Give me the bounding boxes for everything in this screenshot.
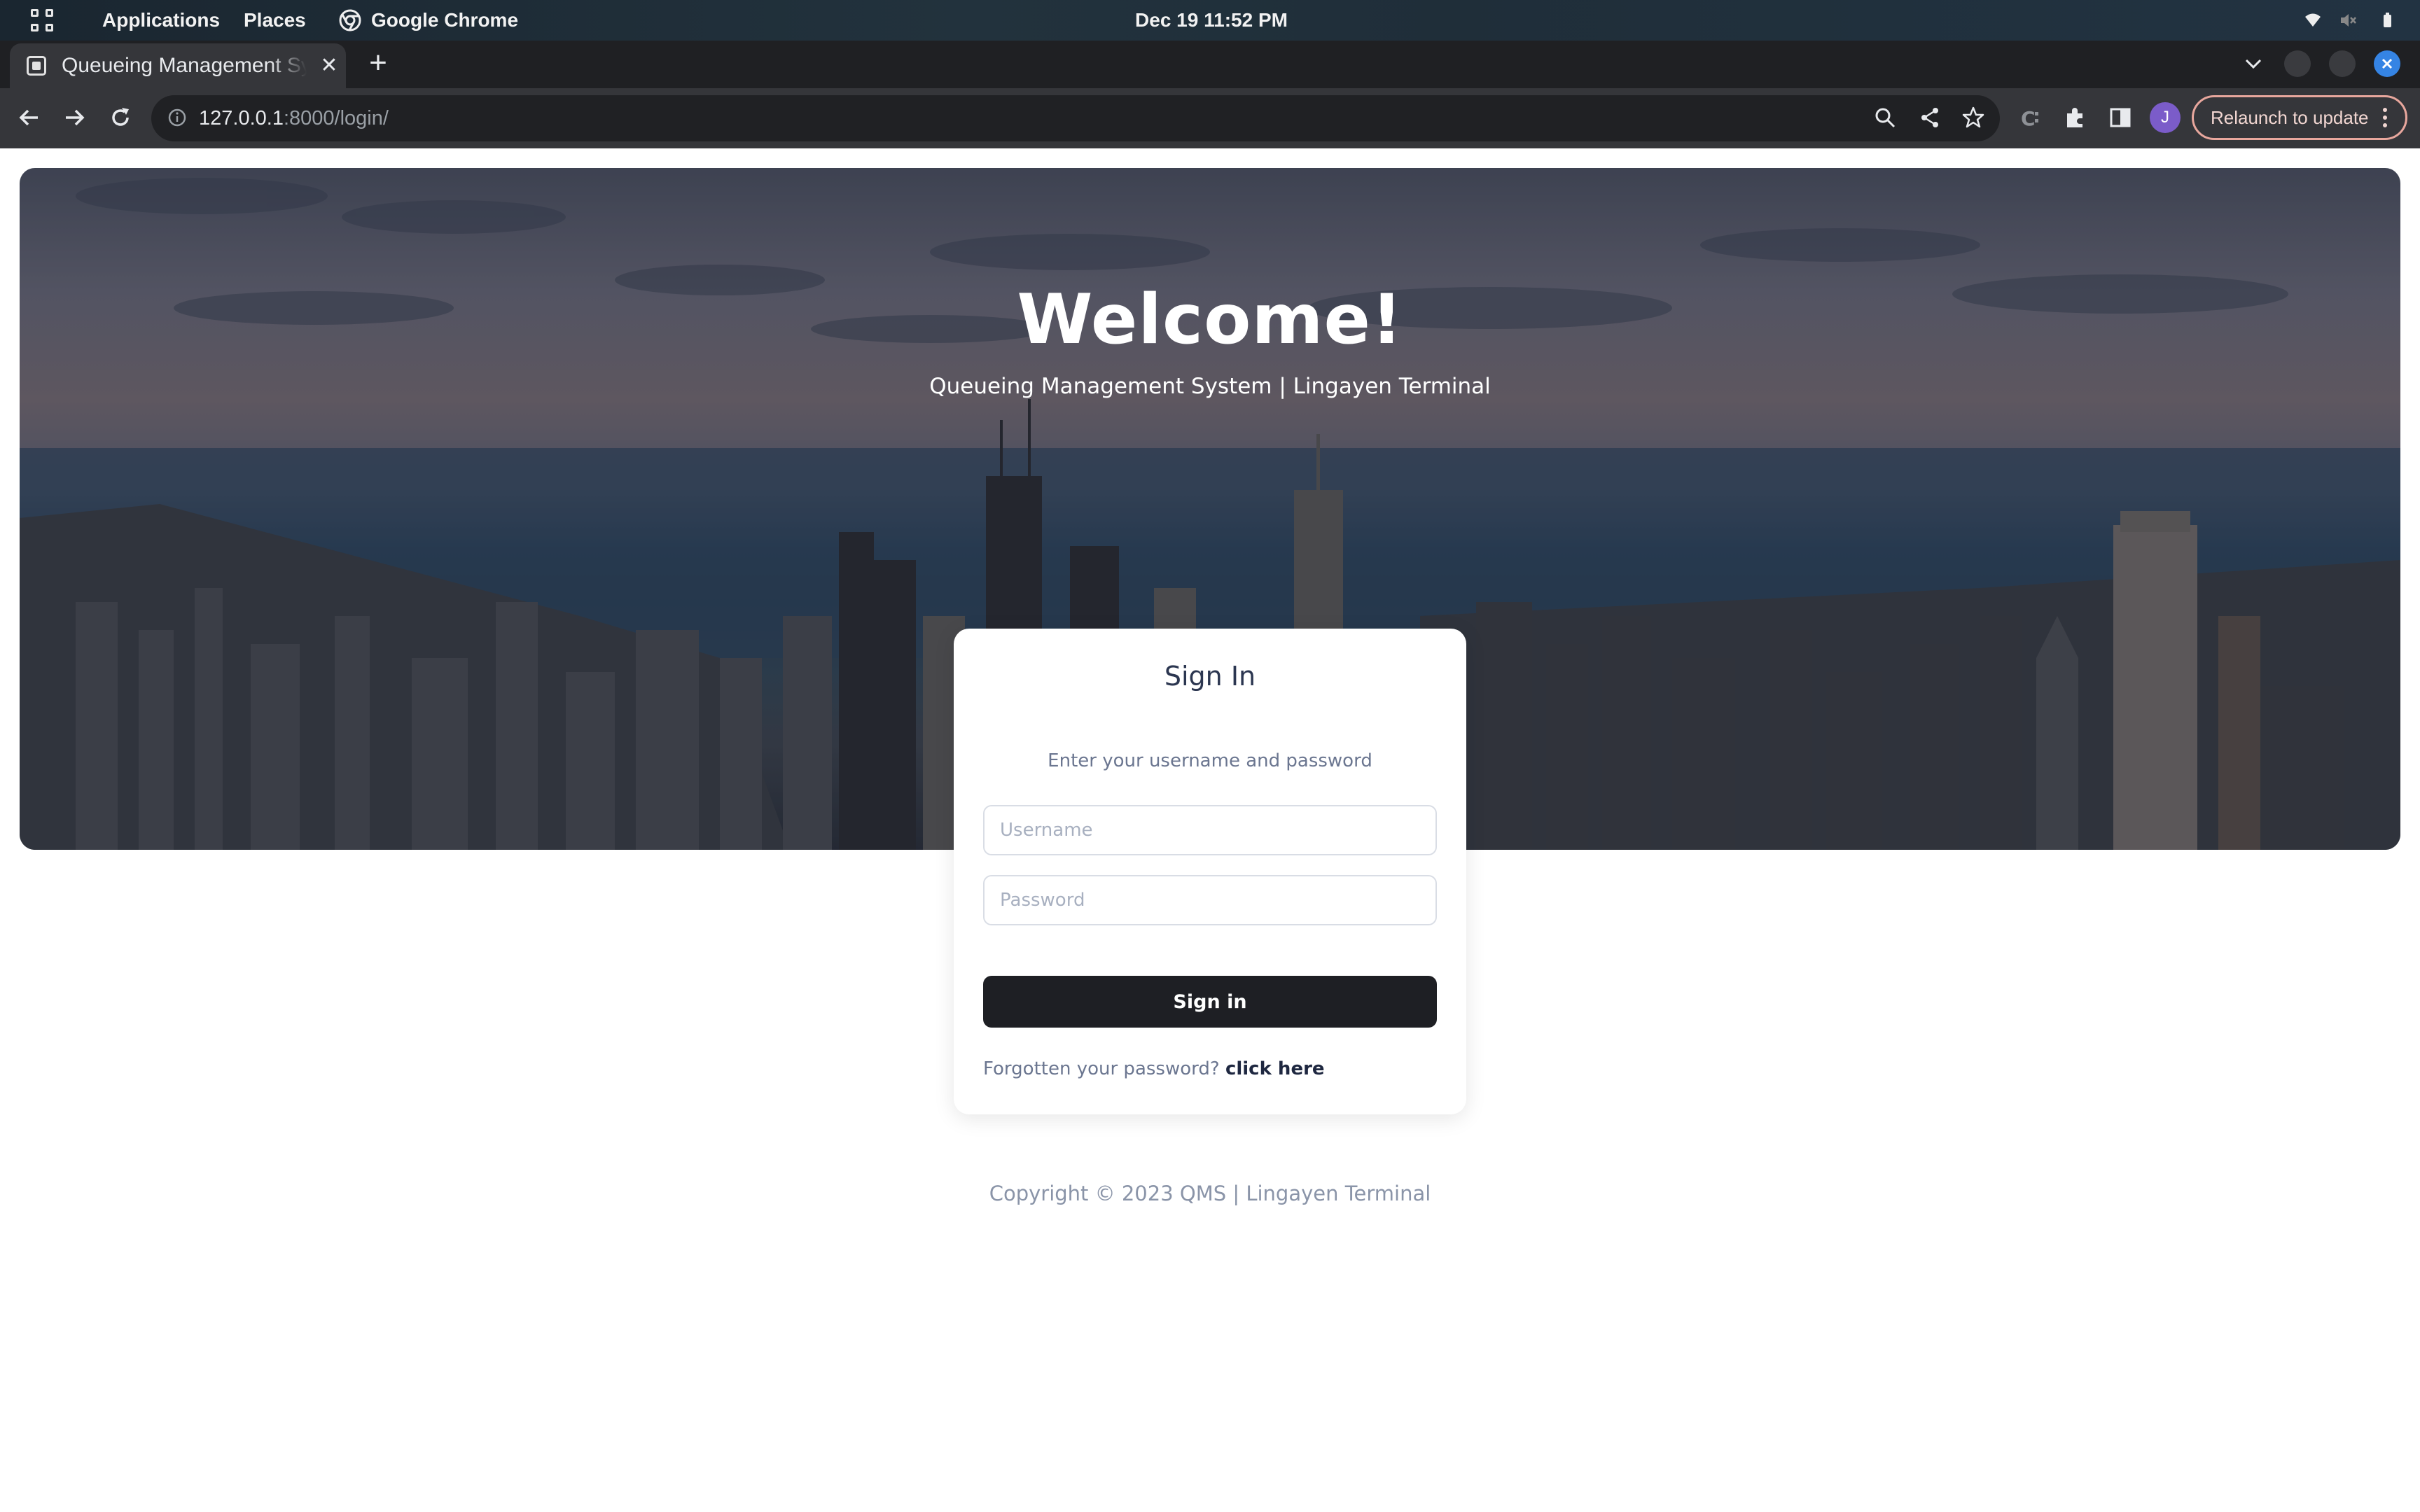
back-arrow-icon[interactable]	[14, 102, 45, 133]
browser-tab-strip	[0, 41, 2420, 88]
password-field[interactable]	[983, 875, 1437, 925]
hero-subtitle: Queueing Management System | Lingayen Te…	[929, 374, 1491, 399]
zoom-icon[interactable]	[1872, 105, 1898, 130]
minimize-window-button[interactable]	[2284, 50, 2311, 77]
url-text[interactable]: 127.0.0.1:8000/login/	[199, 95, 389, 141]
sign-in-card: Sign In Enter your username and password…	[954, 629, 1466, 1114]
svg-text:C: C	[2021, 107, 2036, 130]
wifi-icon[interactable]	[2304, 11, 2322, 29]
username-field[interactable]	[983, 805, 1437, 855]
extensions-puzzle-icon[interactable]	[2061, 104, 2089, 132]
forgot-password-row: Forgotten your password? click here	[983, 1058, 1325, 1079]
welcome-heading: Welcome!	[1017, 280, 1403, 360]
tab-close-icon[interactable]: ✕	[317, 53, 342, 78]
url-host: 127.0.0.1	[199, 107, 284, 130]
reload-icon[interactable]	[105, 102, 136, 133]
battery-icon[interactable]	[2378, 11, 2396, 29]
forgot-password-text: Forgotten your password?	[983, 1058, 1220, 1079]
active-app-name[interactable]: Google Chrome	[371, 0, 518, 41]
browser-menu-kebab-icon[interactable]	[2381, 105, 2389, 130]
site-info-icon[interactable]	[167, 107, 188, 128]
copyright-footer: Copyright © 2023 QMS | Lingayen Terminal	[989, 1182, 1431, 1205]
tab-search-chevron-icon[interactable]	[2241, 53, 2266, 74]
tab-favicon-icon	[27, 56, 46, 76]
applications-menu[interactable]: Applications	[102, 0, 220, 41]
relaunch-to-update-button[interactable]: Relaunch to update	[2192, 95, 2407, 140]
side-panel-icon[interactable]	[2106, 104, 2134, 132]
browser-tab[interactable]: Queueing Management System ✕	[10, 43, 346, 88]
extension-c-icon[interactable]: C	[2017, 104, 2045, 132]
address-bar[interactable]	[151, 95, 2000, 141]
clock[interactable]: Dec 19 11:52 PM	[1050, 0, 1372, 41]
bookmark-star-icon[interactable]	[1961, 105, 1986, 130]
close-window-button[interactable]	[2374, 50, 2400, 77]
profile-avatar[interactable]: J	[2150, 102, 2181, 133]
forgot-password-link[interactable]: click here	[1225, 1058, 1325, 1079]
sign-in-title: Sign In	[1164, 661, 1256, 692]
share-icon[interactable]	[1917, 105, 1942, 130]
volume-muted-icon[interactable]	[2339, 11, 2357, 29]
system-top-bar: Applications Places Google Chrome Dec 19…	[0, 0, 2420, 41]
url-path: :8000/login/	[283, 107, 389, 130]
sign-in-hint: Enter your username and password	[1048, 750, 1372, 771]
forward-arrow-icon[interactable]	[59, 102, 90, 133]
close-icon	[2381, 58, 2393, 69]
apps-grid-icon[interactable]	[31, 9, 55, 33]
maximize-window-button[interactable]	[2329, 50, 2356, 77]
places-menu[interactable]: Places	[244, 0, 306, 41]
tab-title: Queueing Management System	[62, 54, 307, 77]
new-tab-button[interactable]: +	[364, 48, 392, 78]
sign-in-button[interactable]: Sign in	[983, 976, 1437, 1028]
chrome-logo-icon	[339, 9, 361, 31]
